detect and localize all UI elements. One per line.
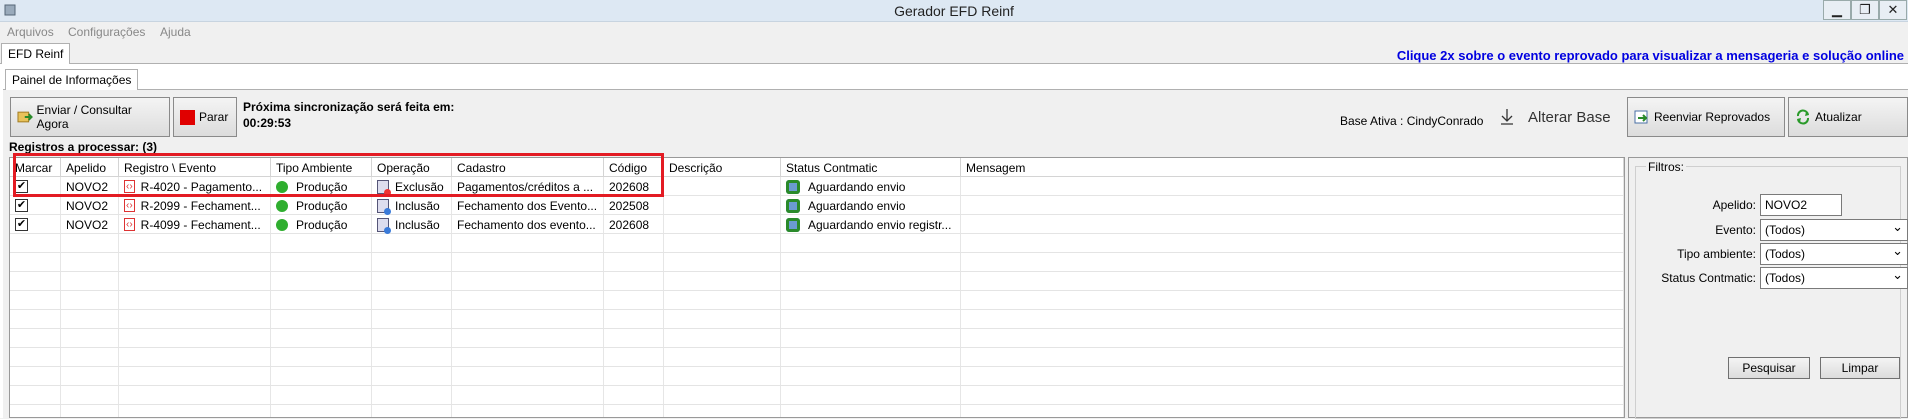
cell-descricao	[664, 215, 781, 234]
status-green-icon	[276, 199, 288, 212]
table-row-empty	[10, 234, 1624, 253]
atualizar-button[interactable]: Atualizar	[1788, 97, 1908, 137]
cell-ambiente: Produção	[296, 198, 348, 213]
menu-arquivos[interactable]: Arquivos	[7, 25, 54, 39]
status-select[interactable]: (Todos)	[1760, 267, 1908, 289]
resend-icon	[1634, 110, 1648, 124]
evento-label: Evento:	[1715, 223, 1756, 237]
reenviar-reprovados-button[interactable]: Reenviar Reprovados	[1627, 97, 1785, 137]
window-title: Gerador EFD Reinf	[894, 3, 1014, 19]
tipo-ambiente-value: (Todos)	[1765, 247, 1806, 261]
cell-apelido: NOVO2	[66, 198, 109, 213]
active-base: Base Ativa : CindyConrado	[1340, 114, 1484, 128]
records-count: Registros a processar: (3)	[9, 140, 158, 154]
tipo-ambiente-label: Tipo ambiente:	[1677, 247, 1756, 261]
filters-legend: Filtros:	[1646, 160, 1686, 174]
close-button[interactable]: ✕	[1879, 0, 1907, 20]
col-header-status[interactable]: Status Contmatic	[781, 158, 961, 177]
filters-groupbox: Filtros: Apelido: NOVO2 Evento: (Todos) …	[1635, 160, 1908, 419]
inclusion-icon	[377, 217, 391, 234]
restore-button[interactable]: ❐	[1851, 0, 1879, 20]
title-bar: Gerador EFD Reinf ▁ ❐ ✕	[0, 0, 1908, 22]
menu-configuracoes[interactable]: Configurações	[68, 25, 145, 39]
evento-select-value: (Todos)	[1765, 223, 1806, 237]
table-row-empty	[10, 253, 1624, 272]
status-select-value: (Todos)	[1765, 271, 1806, 285]
cell-descricao	[664, 196, 781, 215]
table-row-empty	[10, 329, 1624, 348]
apelido-input[interactable]: NOVO2	[1760, 194, 1842, 216]
stop-icon	[180, 109, 195, 125]
close-icon: ✕	[1887, 2, 1899, 17]
table-row-empty	[10, 272, 1624, 291]
event-icon: ‹›	[124, 218, 135, 231]
apelido-label: Apelido:	[1712, 198, 1756, 212]
evento-select[interactable]: (Todos)	[1760, 219, 1908, 241]
menu-ajuda[interactable]: Ajuda	[160, 25, 191, 39]
cell-mensagem	[961, 215, 1624, 234]
cell-descricao	[664, 177, 781, 196]
minimize-button[interactable]: ▁	[1823, 0, 1851, 20]
menu-bar: Arquivos Configurações Ajuda	[0, 22, 1908, 42]
restore-icon: ❐	[1859, 2, 1871, 17]
table-row-empty	[10, 367, 1624, 386]
alterar-base-link[interactable]: Alterar Base	[1528, 109, 1611, 126]
cell-mensagem	[961, 196, 1624, 215]
row-checkbox[interactable]: ✔	[15, 218, 28, 231]
send-icon	[17, 111, 33, 123]
cell-cadastro: Fechamento dos Evento...	[457, 198, 598, 213]
atualizar-label: Atualizar	[1815, 110, 1862, 124]
reenviar-label: Reenviar Reprovados	[1654, 110, 1771, 124]
table-row[interactable]: ✔ NOVO2 ‹› R-4099 - Fechament... Produção…	[10, 215, 1624, 234]
info-message: Clique 2x sobre o evento reprovado para …	[1396, 48, 1904, 63]
event-icon: ‹›	[124, 199, 135, 212]
sync-time: 00:29:53	[243, 116, 292, 130]
cell-operacao: Inclusão	[395, 217, 440, 232]
tab-efd-reinf[interactable]: EFD Reinf	[1, 43, 71, 64]
cell-registro: R-4099 - Fechament...	[140, 217, 261, 232]
download-icon[interactable]	[1500, 108, 1514, 126]
status-green-icon	[276, 218, 288, 231]
waiting-icon	[786, 198, 800, 213]
cell-apelido: NOVO2	[66, 217, 109, 232]
row-checkbox[interactable]: ✔	[15, 199, 28, 212]
cell-codigo: 202608	[609, 217, 650, 232]
table-row[interactable]: ✔ NOVO2 ‹› R-2099 - Fechament... Produção…	[10, 196, 1624, 215]
filters-panel: Filtros: Apelido: NOVO2 Evento: (Todos) …	[1628, 157, 1908, 419]
table-row-empty	[10, 291, 1624, 310]
inclusion-icon	[377, 198, 391, 215]
table-row-empty	[10, 386, 1624, 405]
send-consult-label: Enviar / Consultar Agora	[36, 103, 132, 131]
limpar-button[interactable]: Limpar	[1820, 357, 1900, 379]
send-consult-button[interactable]: Enviar / Consultar Agora	[10, 97, 170, 137]
waiting-icon	[786, 217, 800, 232]
table-row-empty	[10, 310, 1624, 329]
sync-info: Próxima sincronização será feita em: 00:…	[243, 99, 454, 131]
cell-registro: R-2099 - Fechament...	[140, 198, 261, 213]
status-label: Status Contmatic:	[1661, 271, 1756, 285]
stop-button[interactable]: Parar	[173, 97, 237, 137]
table-row-empty	[10, 348, 1624, 367]
cell-mensagem	[961, 177, 1624, 196]
cell-codigo: 202508	[609, 198, 650, 213]
minimize-icon: ▁	[1832, 2, 1842, 17]
cell-status: Aguardando envio	[808, 179, 906, 194]
waiting-icon	[786, 179, 800, 194]
pesquisar-label: Pesquisar	[1742, 361, 1796, 375]
col-header-mensagem[interactable]: Mensagem	[961, 158, 1624, 177]
highlight-box	[13, 153, 664, 197]
cell-ambiente: Produção	[296, 217, 348, 232]
col-header-descricao[interactable]: Descrição	[664, 158, 781, 177]
tab-painel-informacoes[interactable]: Painel de Informações	[5, 69, 139, 90]
sync-label: Próxima sincronização será feita em:	[243, 100, 455, 114]
stop-label: Parar	[199, 110, 229, 124]
cell-operacao: Inclusão	[395, 198, 440, 213]
cell-cadastro: Fechamento dos evento...	[457, 217, 596, 232]
refresh-icon	[1797, 109, 1809, 125]
tipo-ambiente-select[interactable]: (Todos)	[1760, 243, 1908, 265]
cell-status: Aguardando envio	[808, 198, 906, 213]
pesquisar-button[interactable]: Pesquisar	[1728, 357, 1810, 379]
limpar-label: Limpar	[1841, 361, 1879, 375]
cell-status: Aguardando envio registr...	[808, 217, 952, 232]
